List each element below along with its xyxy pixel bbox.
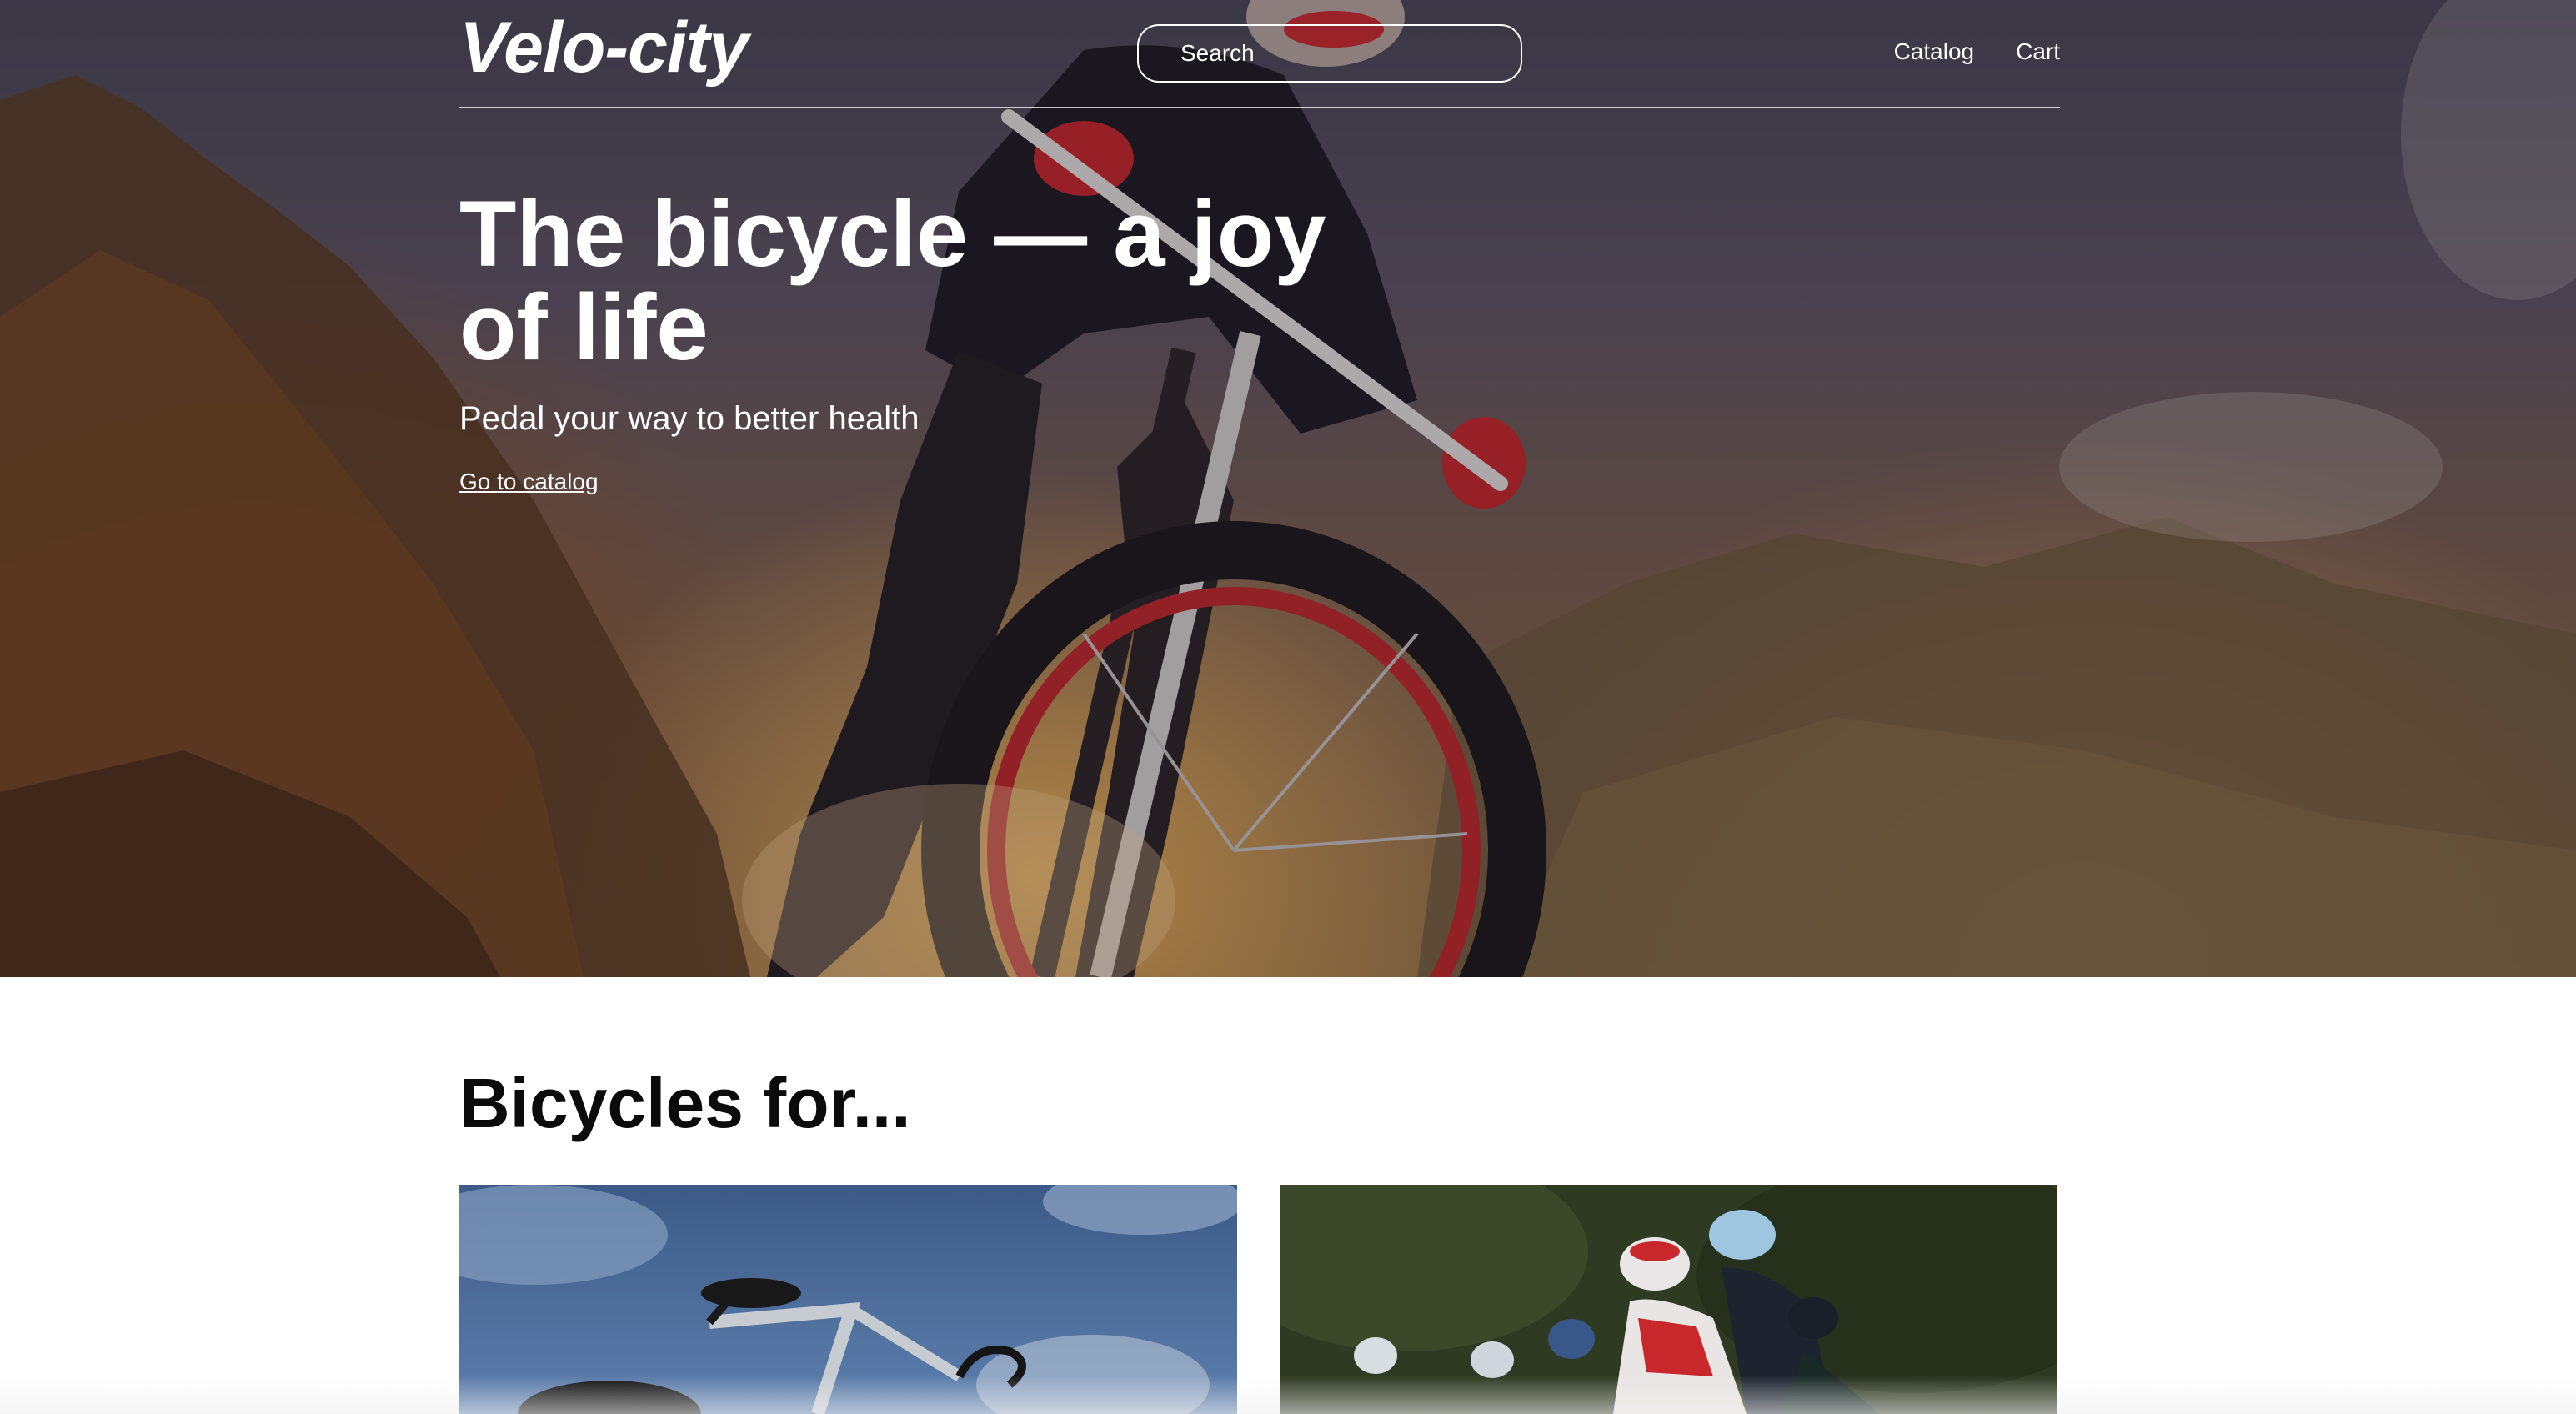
go-to-catalog-link[interactable]: Go to catalog [459, 469, 599, 495]
hero-overlay [0, 0, 2576, 977]
hero-banner: Velo-city Catalog Cart The bicycle — a j… [0, 0, 2576, 977]
hero-title: The bicycle — a joy of life [459, 182, 1326, 379]
nav-link-catalog[interactable]: Catalog [1894, 38, 1975, 65]
site-header: Velo-city Catalog Cart [459, 0, 2060, 108]
search-input[interactable] [1137, 24, 1522, 83]
nav-link-cart[interactable]: Cart [2016, 38, 2060, 65]
section-title: Bicycles for... [459, 1064, 911, 1142]
bottom-fade [0, 1376, 2576, 1414]
site-logo[interactable]: Velo-city [459, 7, 749, 89]
hero-subtitle: Pedal your way to better health [459, 400, 920, 437]
main-nav: Catalog Cart [1894, 38, 2060, 65]
